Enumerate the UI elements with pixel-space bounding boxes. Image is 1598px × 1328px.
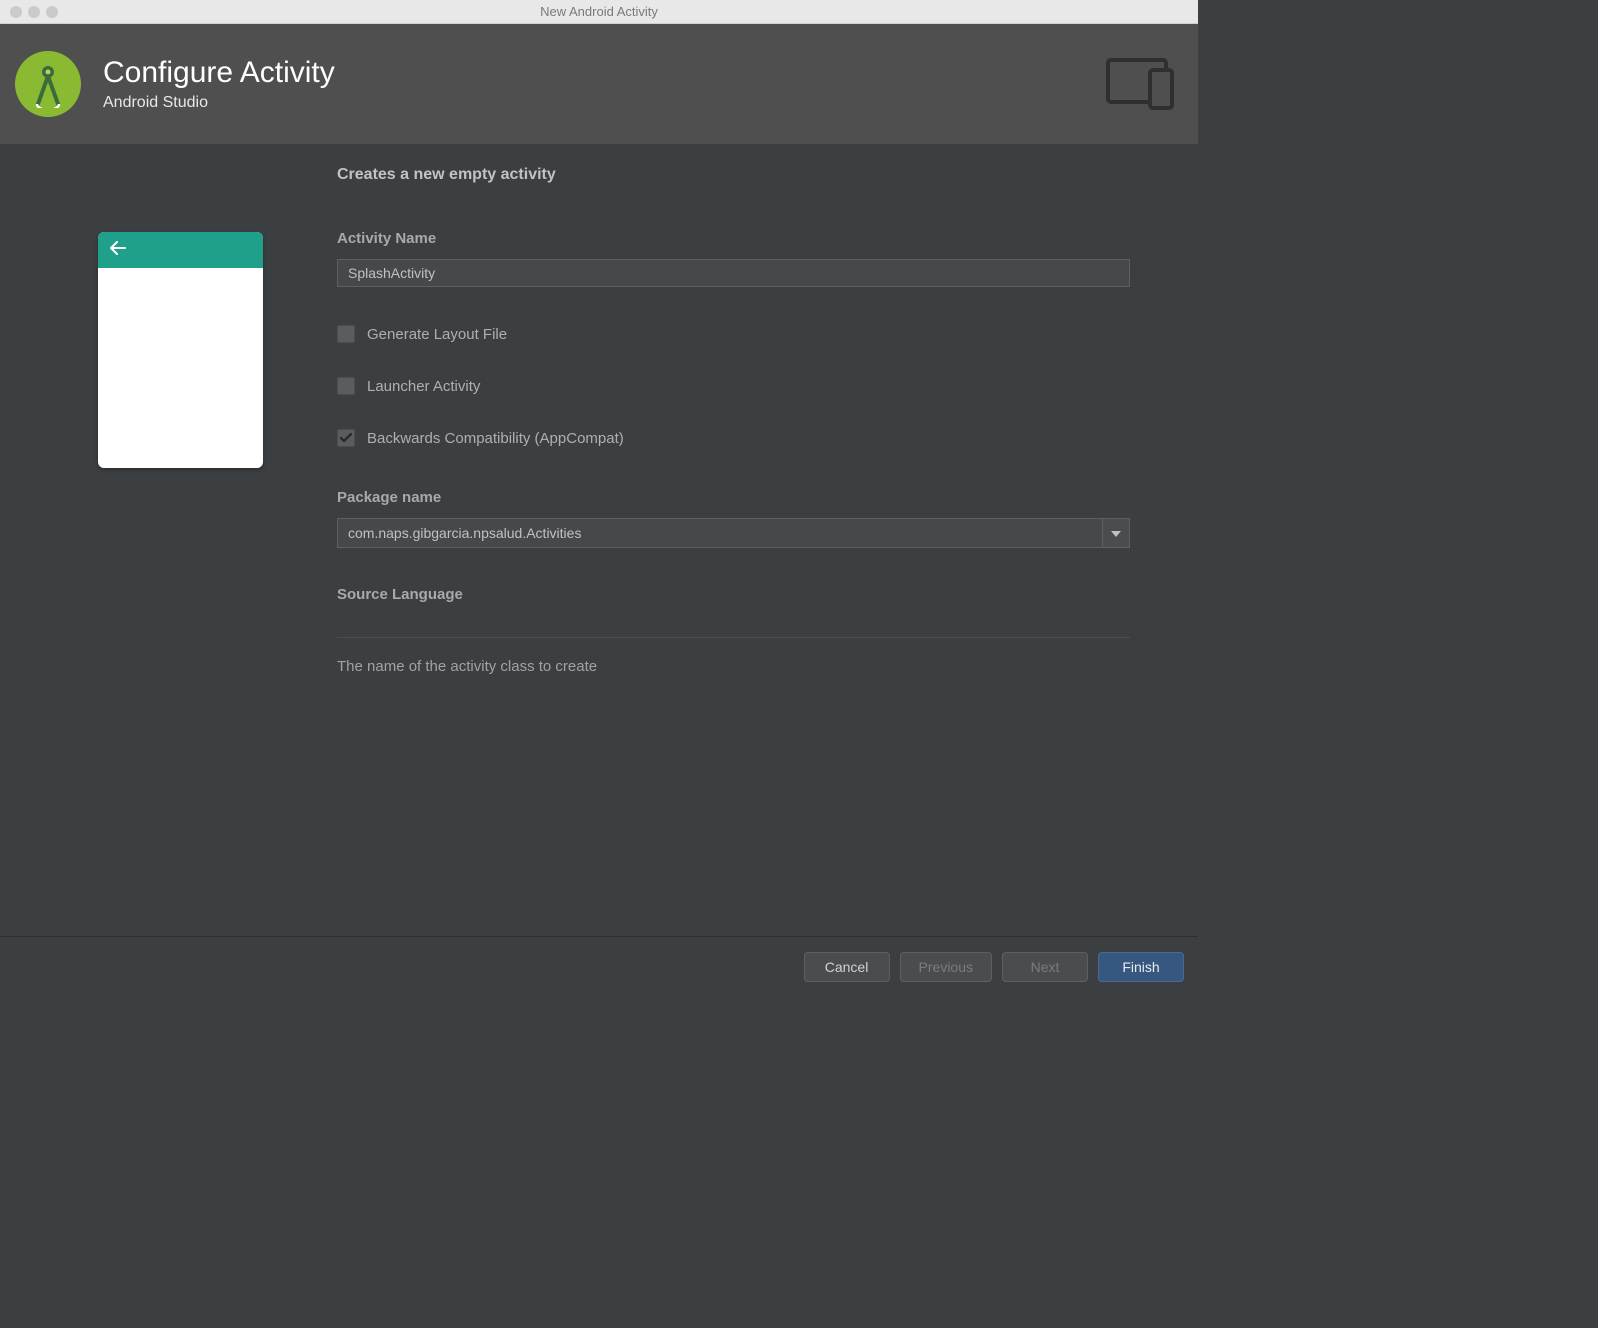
preview-appbar — [98, 232, 263, 268]
footer-buttons: Cancel Previous Next Finish — [0, 936, 1198, 996]
backwards-compat-checkbox[interactable] — [337, 429, 355, 447]
help-text: The name of the activity class to create — [337, 658, 1130, 675]
back-arrow-icon — [110, 241, 126, 260]
zoom-window-button[interactable] — [46, 6, 58, 18]
activity-name-label: Activity Name — [337, 230, 1130, 247]
form-heading: Creates a new empty activity — [337, 166, 1130, 184]
header-banner: Configure Activity Android Studio — [0, 24, 1198, 144]
generate-layout-checkbox[interactable] — [337, 325, 355, 343]
package-name-group: Package name — [337, 489, 1130, 548]
window-controls — [0, 6, 58, 18]
header-title: Configure Activity — [103, 56, 1106, 90]
source-language-label: Source Language — [337, 586, 1130, 603]
device-icon — [1106, 58, 1178, 110]
generate-layout-label: Generate Layout File — [367, 326, 507, 343]
launcher-activity-checkbox[interactable] — [337, 377, 355, 395]
header-texts: Configure Activity Android Studio — [103, 56, 1106, 112]
package-name-label: Package name — [337, 489, 1130, 506]
activity-name-input[interactable] — [337, 259, 1130, 287]
android-studio-logo-icon — [15, 51, 81, 117]
package-name-combo — [337, 518, 1130, 548]
cancel-button[interactable]: Cancel — [804, 952, 890, 982]
finish-button[interactable]: Finish — [1098, 952, 1184, 982]
next-button[interactable]: Next — [1002, 952, 1088, 982]
activity-preview — [98, 232, 263, 468]
generate-layout-row[interactable]: Generate Layout File — [337, 325, 1130, 343]
chevron-down-icon — [1111, 524, 1121, 542]
header-subtitle: Android Studio — [103, 94, 1106, 112]
window-title: New Android Activity — [0, 4, 1198, 19]
source-language-group: Source Language — [337, 586, 1130, 633]
activity-name-group: Activity Name — [337, 230, 1130, 287]
close-window-button[interactable] — [10, 6, 22, 18]
form-column: Creates a new empty activity Activity Na… — [337, 166, 1130, 936]
launcher-activity-label: Launcher Activity — [367, 378, 480, 395]
minimize-window-button[interactable] — [28, 6, 40, 18]
launcher-activity-row[interactable]: Launcher Activity — [337, 377, 1130, 395]
backwards-compat-row[interactable]: Backwards Compatibility (AppCompat) — [337, 429, 1130, 447]
backwards-compat-label: Backwards Compatibility (AppCompat) — [367, 430, 624, 447]
package-name-dropdown-button[interactable] — [1102, 518, 1130, 548]
previous-button[interactable]: Previous — [900, 952, 992, 982]
package-name-input[interactable] — [337, 518, 1102, 548]
content-area: Creates a new empty activity Activity Na… — [0, 144, 1198, 936]
preview-column — [98, 166, 263, 936]
title-bar: New Android Activity — [0, 0, 1198, 24]
separator — [337, 637, 1130, 638]
